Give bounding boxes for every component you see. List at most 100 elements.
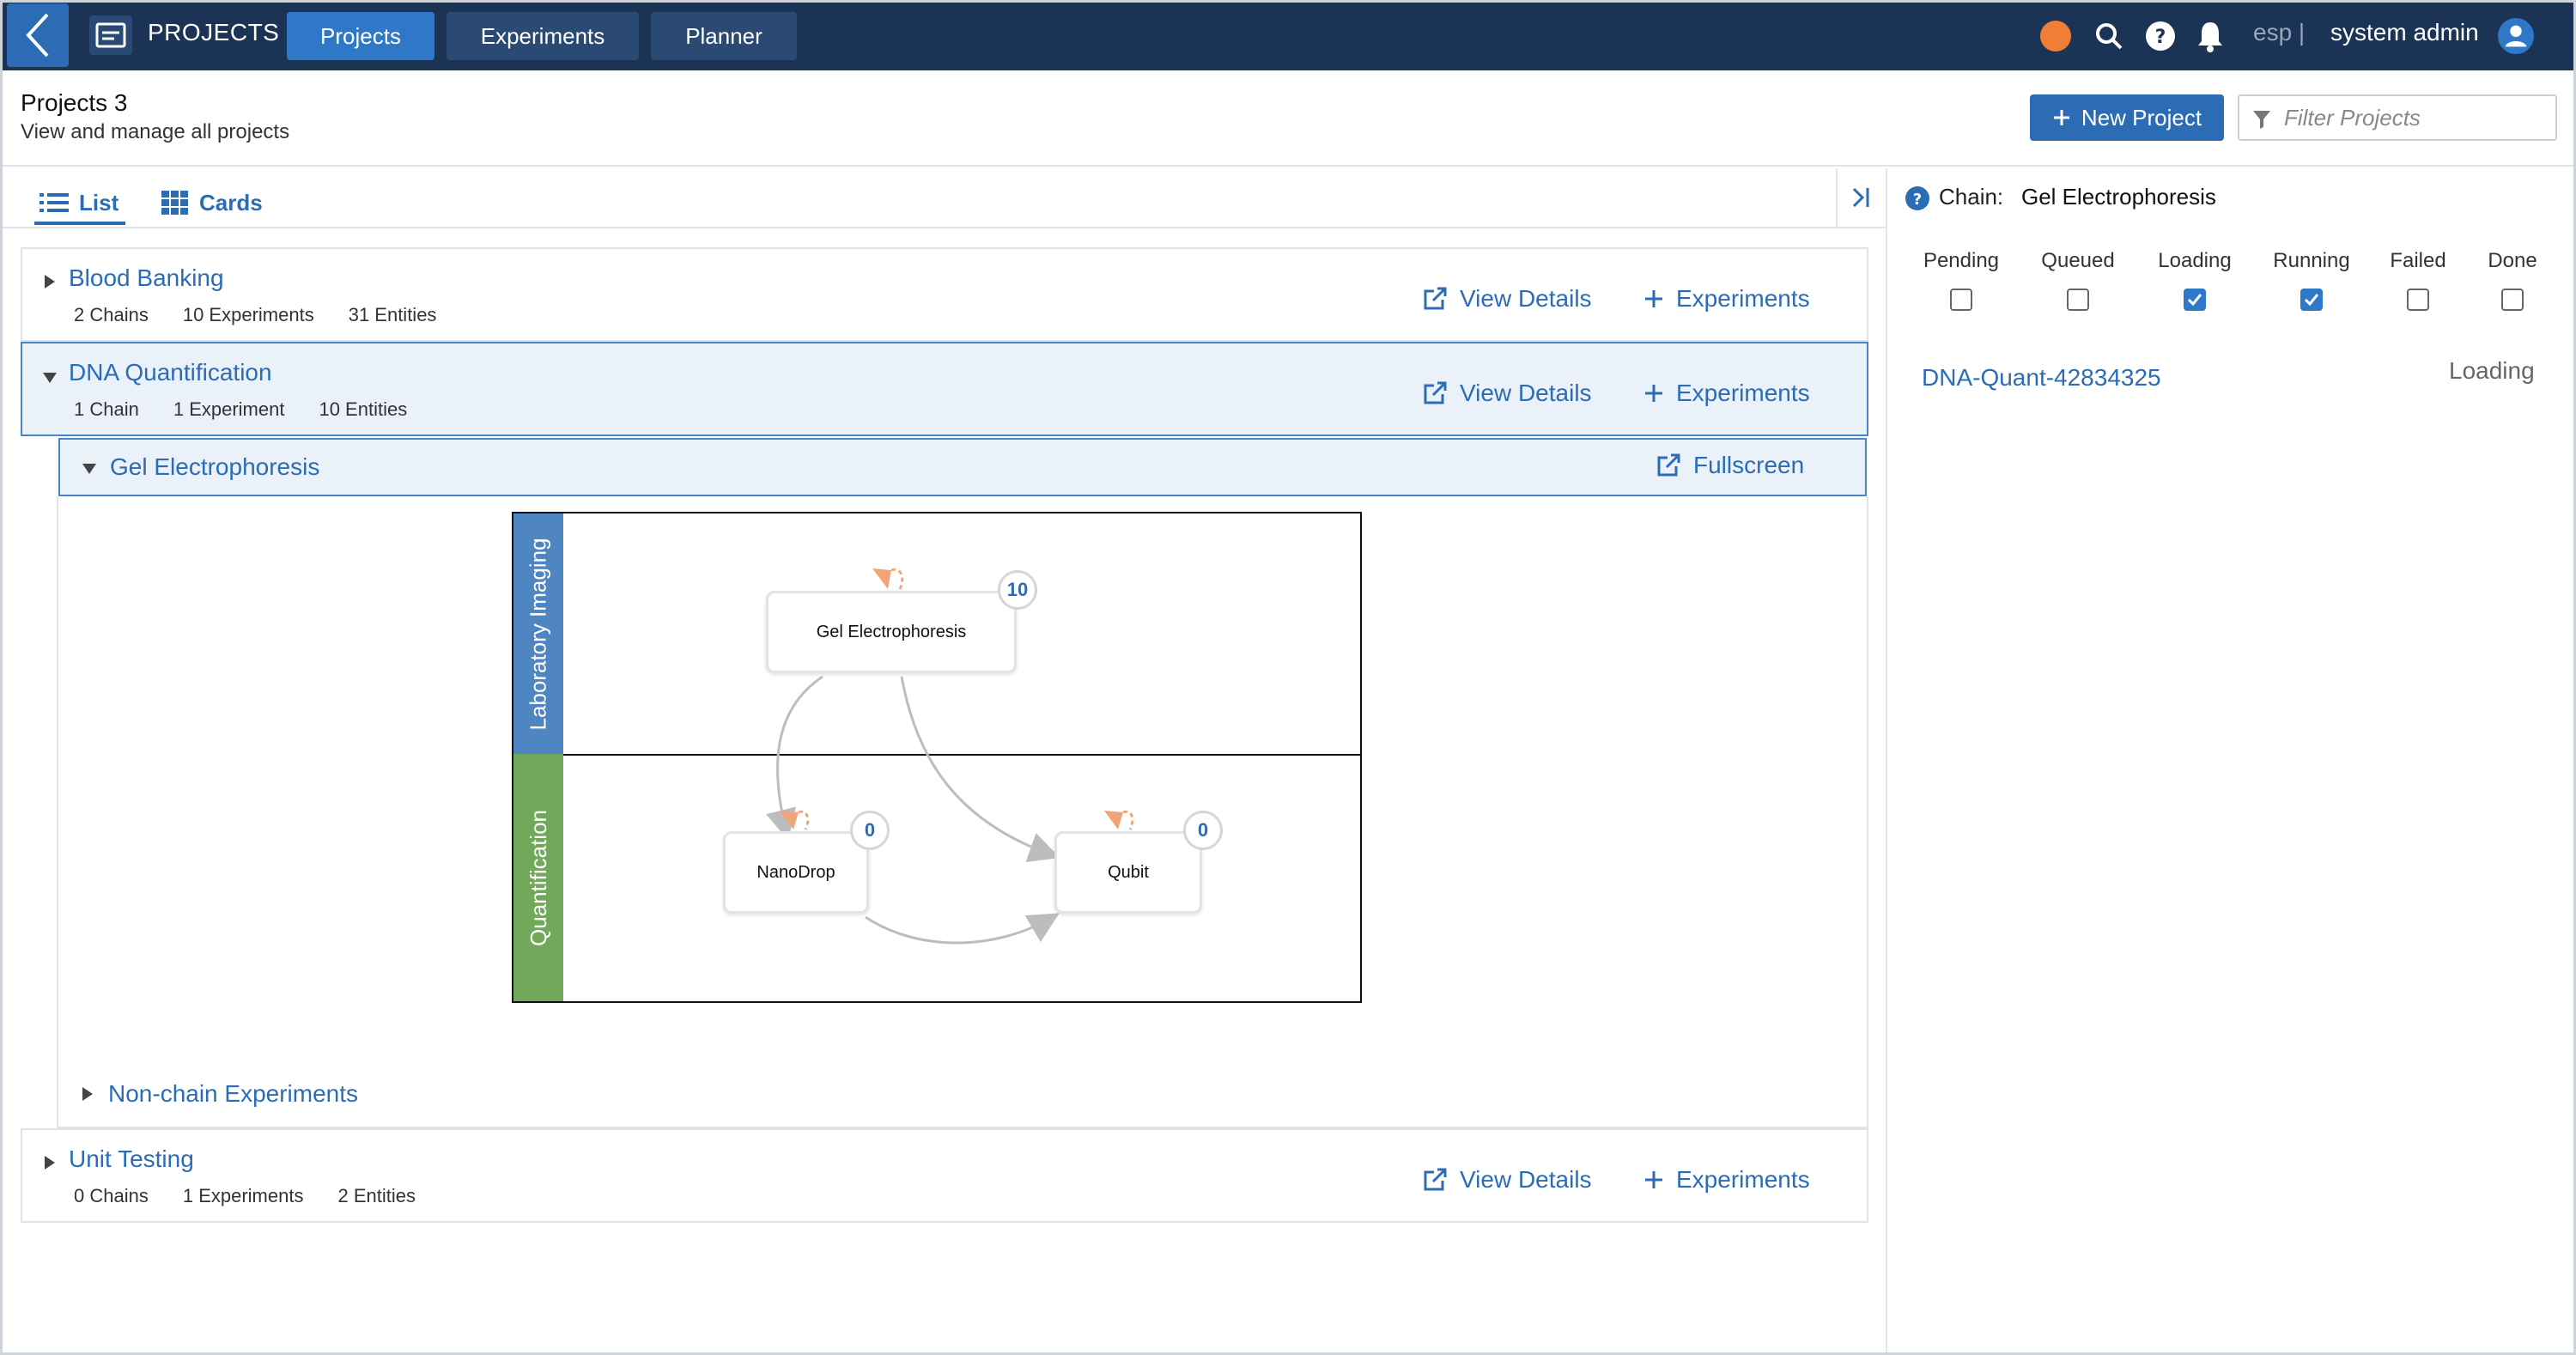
- chain-name[interactable]: Gel Electrophoresis: [110, 453, 319, 481]
- project-row-dna-quantification[interactable]: DNA Quantification 1 Chain 1 Experiment …: [21, 342, 1868, 436]
- project-experiments: 1 Experiments: [182, 1185, 304, 1206]
- status-label-loading: Loading: [2158, 249, 2232, 272]
- expand-caret-icon[interactable]: [45, 275, 55, 289]
- status-label-done: Done: [2488, 249, 2537, 272]
- header-divider: [0, 165, 2576, 167]
- add-experiments-button[interactable]: Experiments: [1643, 1166, 1810, 1194]
- back-button[interactable]: [7, 3, 69, 67]
- view-tab-cards[interactable]: Cards: [161, 182, 263, 223]
- plus-icon: [1645, 385, 1662, 402]
- project-experiments: 10 Experiments: [182, 304, 314, 325]
- project-entities: 10 Entities: [319, 398, 408, 420]
- check-icon: [2187, 294, 2202, 307]
- experiments-label: Experiments: [1676, 380, 1810, 406]
- experiments-label: Experiments: [1676, 1166, 1810, 1193]
- user-avatar-icon[interactable]: [2497, 17, 2535, 55]
- add-experiments-button[interactable]: Experiments: [1643, 380, 1810, 407]
- edge-gel-to-nanodrop: [765, 675, 823, 841]
- new-project-label: New Project: [2081, 104, 2202, 131]
- experiment-status: Loading: [2449, 357, 2535, 384]
- status-checkbox-done[interactable]: [2501, 289, 2524, 311]
- status-label-pending: Pending: [1923, 249, 2000, 272]
- folder-list-icon: [95, 22, 126, 48]
- collapse-caret-icon[interactable]: [82, 464, 96, 474]
- non-chain-experiments-toggle[interactable]: Non-chain Experiments: [82, 1080, 358, 1108]
- experiment-link[interactable]: DNA-Quant-42834325: [1922, 364, 2161, 392]
- project-name[interactable]: Blood Banking: [69, 264, 224, 292]
- view-details-button[interactable]: View Details: [1422, 285, 1592, 313]
- external-link-icon: [1424, 287, 1447, 310]
- project-row-blood-banking[interactable]: Blood Banking 2 Chains 10 Experiments 31…: [21, 247, 1868, 342]
- node-count-badge: 0: [1183, 811, 1223, 850]
- node-count-badge: 0: [850, 811, 890, 850]
- language-selector[interactable]: esp |: [2253, 19, 2305, 46]
- fullscreen-label: Fullscreen: [1693, 452, 1805, 478]
- project-chains: 1 Chain: [74, 398, 139, 420]
- external-link-icon: [1657, 453, 1680, 477]
- nav-tab-projects[interactable]: Projects: [287, 12, 434, 60]
- edge-gel-to-qubit: [900, 676, 1060, 863]
- edge-nanodrop-to-qubit: [865, 913, 1060, 945]
- nav-tab-planner[interactable]: Planner: [651, 12, 797, 60]
- view-tab-list[interactable]: List: [39, 182, 118, 223]
- chain-label: Chain:: [1939, 184, 2004, 210]
- check-icon: [2304, 294, 2319, 307]
- status-checkbox-running[interactable]: [2300, 289, 2323, 311]
- help-icon[interactable]: ?: [1905, 185, 1930, 216]
- page-subtitle: View and manage all projects: [21, 120, 290, 143]
- view-tab-cards-label: Cards: [199, 189, 263, 216]
- collapse-caret-icon[interactable]: [43, 373, 57, 383]
- project-meta: 1 Chain 1 Experiment 10 Entities: [74, 398, 407, 421]
- fullscreen-button[interactable]: Fullscreen: [1656, 452, 1804, 479]
- app-title: PROJECTS: [148, 19, 280, 46]
- expand-caret-icon[interactable]: [45, 1156, 55, 1170]
- project-meta: 0 Chains 1 Experiments 2 Entities: [74, 1185, 416, 1207]
- nav-tab-experiments[interactable]: Experiments: [447, 12, 639, 60]
- status-checkbox-pending[interactable]: [1950, 289, 1972, 311]
- project-row-unit-testing[interactable]: Unit Testing 0 Chains 1 Experiments 2 En…: [21, 1128, 1868, 1223]
- chain-name-value: Gel Electrophoresis: [2021, 184, 2216, 210]
- view-details-button[interactable]: View Details: [1422, 1166, 1592, 1194]
- node-count-badge: 10: [998, 570, 1037, 610]
- non-chain-label: Non-chain Experiments: [108, 1080, 359, 1107]
- view-details-button[interactable]: View Details: [1422, 380, 1592, 407]
- view-details-label: View Details: [1460, 285, 1592, 312]
- list-icon: [39, 193, 69, 212]
- project-name[interactable]: Unit Testing: [69, 1145, 194, 1173]
- status-checkbox-loading[interactable]: [2184, 289, 2206, 311]
- add-experiments-button[interactable]: Experiments: [1643, 285, 1810, 313]
- status-label-queued: Queued: [2041, 249, 2115, 272]
- status-checkbox-failed[interactable]: [2407, 289, 2429, 311]
- node-label: NanoDrop: [756, 862, 835, 882]
- project-name[interactable]: DNA Quantification: [69, 359, 272, 386]
- help-icon[interactable]: ?: [2142, 17, 2179, 55]
- collapse-panel-button[interactable]: [1836, 168, 1884, 227]
- project-experiments: 1 Experiment: [173, 398, 285, 420]
- chain-row-gel-electrophoresis[interactable]: Gel Electrophoresis Fullscreen: [58, 438, 1867, 496]
- search-icon[interactable]: [2090, 17, 2128, 55]
- self-loop-icon: [1104, 810, 1134, 830]
- plus-icon: [1645, 290, 1662, 307]
- chain-diagram[interactable]: Laboratory Imaging Quantification Gel El…: [512, 512, 1362, 1003]
- filter-projects-input[interactable]: Filter Projects: [2238, 94, 2557, 141]
- bell-icon[interactable]: [2191, 17, 2229, 55]
- node-gel-electrophoresis[interactable]: Gel Electrophoresis: [766, 591, 1017, 673]
- grid-icon: [161, 191, 188, 215]
- active-tab-indicator: [34, 222, 125, 225]
- expand-caret-icon: [82, 1087, 93, 1101]
- new-project-button[interactable]: New Project: [2030, 94, 2224, 141]
- node-qubit[interactable]: Qubit: [1054, 831, 1202, 914]
- toolbar-divider: [0, 227, 1886, 228]
- project-entities: 31 Entities: [348, 304, 437, 325]
- self-loop-icon: [872, 568, 904, 590]
- status-label-running: Running: [2273, 249, 2350, 272]
- user-name[interactable]: system admin: [2330, 19, 2479, 46]
- status-checkbox-queued[interactable]: [2067, 289, 2089, 311]
- node-nanodrop[interactable]: NanoDrop: [723, 831, 869, 914]
- project-entities: 2 Entities: [337, 1185, 416, 1206]
- project-chains: 2 Chains: [74, 304, 149, 325]
- svg-text:?: ?: [2155, 27, 2166, 48]
- status-dot[interactable]: [2040, 21, 2071, 52]
- view-details-label: View Details: [1460, 380, 1592, 406]
- view-tab-list-label: List: [79, 189, 119, 216]
